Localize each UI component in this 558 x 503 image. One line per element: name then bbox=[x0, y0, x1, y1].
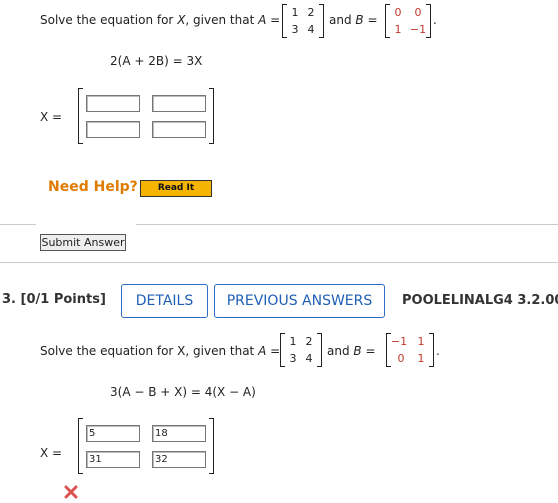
q3-a12: 2 bbox=[305, 335, 313, 348]
incorrect-x-icon bbox=[64, 484, 78, 499]
q3-a22: 4 bbox=[305, 352, 313, 365]
q2-input-r2c2[interactable] bbox=[152, 121, 206, 138]
q2-prompt-mid: , given that bbox=[185, 13, 255, 27]
q3-b21: 0 bbox=[397, 352, 405, 365]
bracket-right bbox=[317, 333, 322, 367]
q2-a12: 2 bbox=[307, 6, 315, 19]
q3-answer-matrix: 5 18 31 32 bbox=[78, 418, 214, 474]
q3-and-b: and B = bbox=[327, 344, 376, 358]
q3-a11: 1 bbox=[289, 335, 297, 348]
q2-period: . bbox=[433, 13, 437, 27]
divider-left bbox=[0, 224, 36, 225]
details-button[interactable]: DETAILS bbox=[121, 284, 208, 318]
q2-x-label: X = bbox=[40, 110, 63, 124]
q2-matrix-b: 0 0 1 −1 bbox=[385, 4, 431, 38]
q3-eq-b: = bbox=[365, 344, 376, 358]
q2-b21: 1 bbox=[394, 23, 402, 36]
q2-and: and bbox=[329, 13, 352, 27]
bracket-left bbox=[385, 4, 390, 38]
q3-input-r1c1[interactable]: 5 bbox=[86, 425, 140, 442]
q3-course-code: POOLELINALG4 3.2.004 bbox=[402, 293, 558, 308]
q2-eq: = bbox=[270, 13, 281, 27]
q2-equation: 2(A + 2B) = 3X bbox=[110, 54, 203, 68]
q2-input-r2c1[interactable] bbox=[86, 121, 140, 138]
q3-number: 3. bbox=[2, 292, 16, 307]
bracket-left bbox=[78, 418, 83, 474]
q2-input-r1c1[interactable] bbox=[86, 95, 140, 112]
q2-b11: 0 bbox=[394, 6, 402, 19]
q3-b12: 1 bbox=[417, 335, 425, 348]
q3-eq: = bbox=[270, 344, 281, 358]
q3-prompt: Solve the equation for X, given that A = bbox=[40, 344, 280, 358]
bracket-right bbox=[209, 88, 214, 144]
bracket-right bbox=[209, 418, 214, 474]
q2-and-b: and B = bbox=[329, 13, 378, 27]
q3-and: and bbox=[327, 344, 350, 358]
q2-b22: −1 bbox=[409, 23, 427, 36]
bracket-right bbox=[429, 333, 434, 367]
need-help-label: Need Help? bbox=[48, 179, 138, 195]
divider-right bbox=[136, 224, 558, 225]
q2-a11: 1 bbox=[291, 6, 299, 19]
q3-input-r2c1[interactable]: 31 bbox=[86, 451, 140, 468]
q2-b12: 0 bbox=[414, 6, 422, 19]
bracket-right bbox=[319, 4, 324, 38]
submit-answer-button[interactable]: Submit Answer bbox=[40, 234, 126, 251]
q2-eq-b: = bbox=[367, 13, 378, 27]
bracket-left bbox=[282, 4, 287, 38]
q3-var-a: A bbox=[258, 344, 267, 358]
q2-prompt-text: Solve the equation for bbox=[40, 13, 174, 27]
section-divider bbox=[0, 262, 558, 263]
q3-x-label: X = bbox=[40, 446, 63, 460]
bracket-left bbox=[78, 88, 83, 144]
q2-a22: 4 bbox=[307, 23, 315, 36]
q3-a21: 3 bbox=[289, 352, 297, 365]
q2-input-r1c2[interactable] bbox=[152, 95, 206, 112]
q2-a21: 3 bbox=[291, 23, 299, 36]
q3-prompt-text: Solve the equation for X, given that bbox=[40, 344, 255, 358]
q2-var-b: B bbox=[355, 13, 364, 27]
q3-input-r2c2[interactable]: 32 bbox=[152, 451, 206, 468]
q2-prompt: Solve the equation for X, given that A = bbox=[40, 13, 280, 27]
read-it-button[interactable]: Read It bbox=[140, 180, 212, 197]
q3-b11: −1 bbox=[390, 335, 408, 348]
q3-header: 3. [0/1 Points] bbox=[2, 292, 106, 307]
q3-b22: 1 bbox=[417, 352, 425, 365]
q3-points: [0/1 Points] bbox=[20, 292, 106, 307]
bracket-left bbox=[280, 333, 285, 367]
q3-input-r1c2[interactable]: 18 bbox=[152, 425, 206, 442]
q2-var-a: A bbox=[258, 13, 267, 27]
q3-period: . bbox=[436, 344, 440, 358]
q3-matrix-b: −1 1 0 1 bbox=[386, 333, 434, 367]
q3-matrix-a: 1 2 3 4 bbox=[280, 333, 322, 367]
q2-matrix-a: 1 2 3 4 bbox=[282, 4, 324, 38]
previous-answers-button[interactable]: PREVIOUS ANSWERS bbox=[214, 284, 385, 318]
q3-var-b: B bbox=[353, 344, 362, 358]
q3-equation: 3(A − B + X) = 4(X − A) bbox=[110, 385, 256, 399]
q2-answer-matrix bbox=[78, 88, 214, 144]
